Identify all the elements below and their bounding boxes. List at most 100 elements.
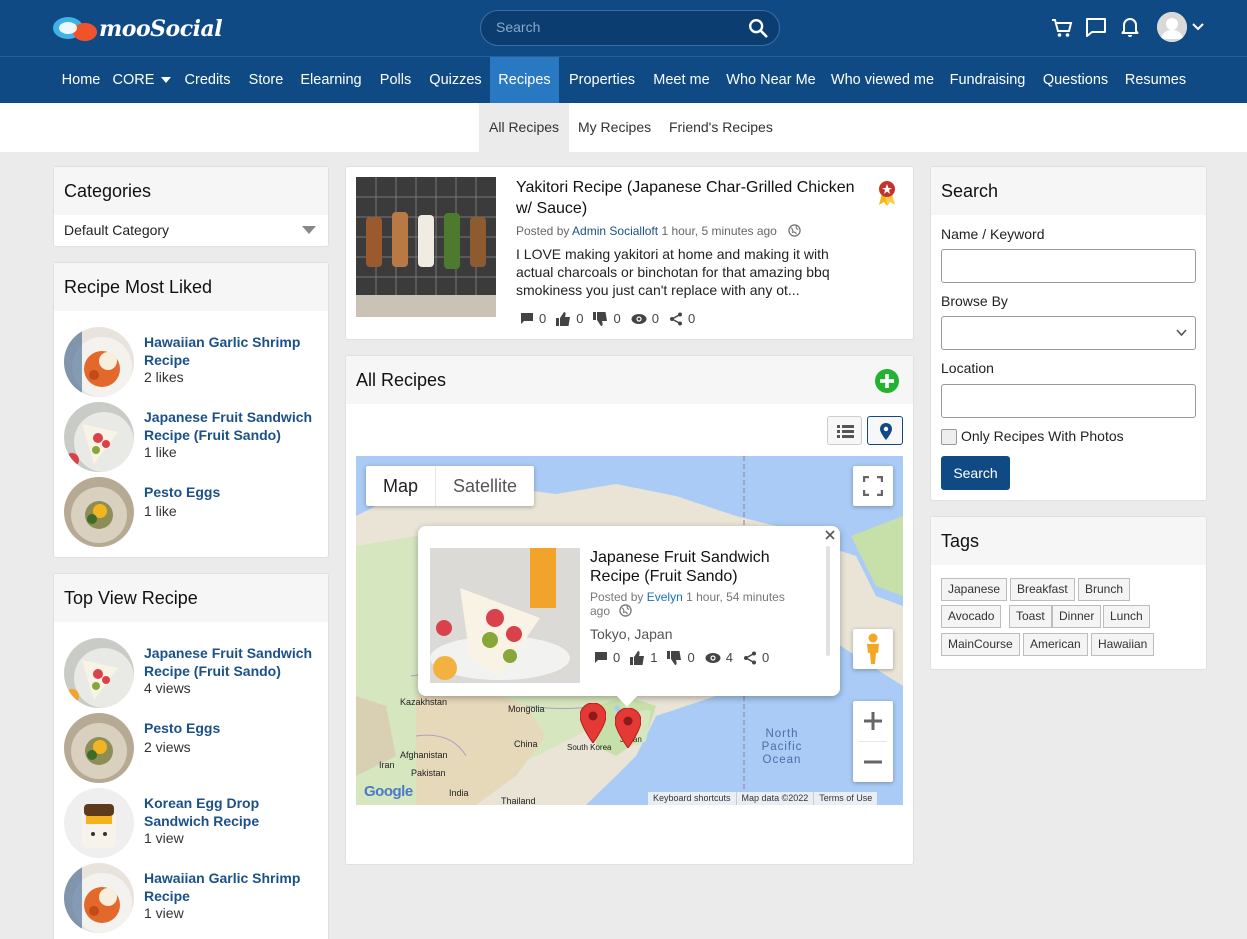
- tab-my-recipes[interactable]: My Recipes: [568, 103, 661, 152]
- location-input[interactable]: [941, 384, 1196, 418]
- info-recipe-title[interactable]: Japanese Fruit Sandwich Recipe (Fruit Sa…: [590, 548, 790, 586]
- recipe-link[interactable]: Japanese Fruit Sandwich Recipe (Fruit Sa…: [144, 644, 324, 680]
- zoom-in-icon[interactable]: [863, 711, 883, 731]
- nav-recipes[interactable]: Recipes: [490, 57, 559, 103]
- global-search-input[interactable]: [496, 19, 736, 35]
- comment-stat[interactable]: 0: [594, 650, 620, 665]
- tag-breakfast[interactable]: Breakfast: [1010, 578, 1075, 601]
- nav-questions[interactable]: Questions: [1034, 57, 1117, 103]
- recipe-thumbnail[interactable]: [64, 863, 134, 933]
- info-recipe-image[interactable]: [430, 548, 580, 683]
- recipe-thumbnail[interactable]: [64, 713, 134, 783]
- tab-friends-recipes[interactable]: Friend's Recipes: [659, 103, 783, 152]
- nav-meet-me[interactable]: Meet me: [645, 57, 718, 103]
- map-label-mongolia: Mongolia: [508, 704, 545, 714]
- tag-japanese[interactable]: Japanese: [941, 578, 1008, 601]
- featured-meta: Posted by Admin Socialloft 1 hour, 5 min…: [516, 224, 801, 238]
- top-header: mooSocial: [0, 0, 1247, 56]
- tag-dinner[interactable]: Dinner: [1052, 605, 1102, 628]
- list-view-button[interactable]: [827, 416, 862, 445]
- featured-recipe-title[interactable]: Yakitori Recipe (Japanese Char-Grilled C…: [516, 177, 866, 219]
- recipe-link[interactable]: Hawaiian Garlic Shrimp Recipe: [144, 333, 324, 369]
- nav-properties[interactable]: Properties: [560, 57, 644, 103]
- recipe-thumbnail[interactable]: [64, 638, 134, 708]
- map-info-window: Japanese Fruit Sandwich Recipe (Fruit Sa…: [418, 526, 840, 696]
- tag-maincourse[interactable]: MainCourse: [941, 633, 1020, 656]
- info-scrollbar[interactable]: [826, 546, 830, 656]
- only-photos-checkbox[interactable]: [941, 429, 957, 445]
- search-button[interactable]: Search: [941, 456, 1010, 490]
- dislike-count: 0: [613, 311, 621, 326]
- map-type-map[interactable]: Map: [366, 466, 435, 506]
- tab-all-recipes[interactable]: All Recipes: [479, 103, 570, 152]
- tag-hawaiian[interactable]: Hawaiian: [1091, 633, 1155, 656]
- nav-fundraising[interactable]: Fundraising: [942, 57, 1033, 103]
- fullscreen-button[interactable]: [853, 466, 893, 506]
- author-link[interactable]: Admin Socialloft: [572, 224, 658, 238]
- messages-icon[interactable]: [1085, 14, 1107, 42]
- comment-count: 0: [613, 650, 621, 665]
- cart-icon[interactable]: [1051, 14, 1073, 42]
- map-view-button[interactable]: [867, 416, 903, 445]
- recipe-link[interactable]: Japanese Fruit Sandwich Recipe (Fruit Sa…: [144, 408, 324, 444]
- nav-credits[interactable]: Credits: [176, 57, 239, 103]
- info-recipe-meta: Posted by Evelyn 1 hour, 54 minutes ago: [590, 590, 790, 618]
- comment-stat[interactable]: 0: [520, 311, 546, 326]
- tag-lunch[interactable]: Lunch: [1103, 605, 1150, 628]
- share-stat[interactable]: 0: [743, 650, 769, 665]
- like-stat[interactable]: 1: [630, 650, 657, 665]
- terms-of-use-link[interactable]: Terms of Use: [814, 792, 877, 805]
- nav-who-viewed-me[interactable]: Who viewed me: [824, 57, 941, 103]
- like-count: 0: [576, 311, 584, 326]
- recipe-thumbnail[interactable]: [64, 477, 134, 547]
- recipe-thumbnail[interactable]: [64, 788, 134, 858]
- map-type-satellite[interactable]: Satellite: [435, 466, 534, 506]
- dislike-count: 0: [687, 650, 695, 665]
- nav-home[interactable]: Home: [52, 57, 110, 103]
- tag-brunch[interactable]: Brunch: [1078, 578, 1131, 601]
- nav-resumes[interactable]: Resumes: [1118, 57, 1193, 103]
- category-select[interactable]: Default Category: [54, 215, 328, 245]
- site-logo[interactable]: mooSocial: [53, 14, 223, 44]
- featured-recipe-image[interactable]: [356, 177, 496, 317]
- street-view-button[interactable]: [853, 629, 893, 669]
- recipe-link[interactable]: Pesto Eggs: [144, 483, 324, 501]
- recipe-link[interactable]: Pesto Eggs: [144, 719, 324, 737]
- comment-count: 0: [539, 311, 547, 326]
- zoom-out-icon[interactable]: [863, 752, 883, 772]
- globe-icon: [619, 604, 633, 617]
- recipe-link[interactable]: Korean Egg Drop Sandwich Recipe: [144, 794, 324, 830]
- name-keyword-input[interactable]: [941, 249, 1196, 283]
- yakitori-grill-image: [356, 177, 496, 317]
- add-recipe-icon[interactable]: [875, 369, 899, 393]
- recipe-link[interactable]: Hawaiian Garlic Shrimp Recipe: [144, 869, 324, 905]
- map-marker-icon[interactable]: [580, 703, 606, 743]
- recipe-thumbnail[interactable]: [64, 402, 134, 472]
- like-stat[interactable]: 0: [556, 311, 583, 326]
- nav-store[interactable]: Store: [240, 57, 292, 103]
- user-avatar[interactable]: [1157, 12, 1187, 42]
- tag-avocado[interactable]: Avocado: [941, 605, 1002, 628]
- notification-bell-icon[interactable]: [1120, 14, 1140, 42]
- recipe-thumbnail[interactable]: [64, 327, 134, 397]
- dislike-stat[interactable]: 0: [667, 650, 695, 665]
- tag-toast[interactable]: Toast: [1009, 605, 1052, 628]
- recipe-map[interactable]: Map Satellite Kazakhstan Mongolia China …: [356, 456, 903, 805]
- nav-quizzes[interactable]: Quizzes: [422, 57, 489, 103]
- dislike-stat[interactable]: 0: [593, 311, 621, 326]
- search-icon[interactable]: [747, 17, 769, 39]
- tag-american[interactable]: American: [1023, 633, 1088, 656]
- nav-elearning[interactable]: Elearning: [293, 57, 369, 103]
- nav-who-near-me[interactable]: Who Near Me: [719, 57, 823, 103]
- share-stat[interactable]: 0: [669, 311, 695, 326]
- keyboard-shortcuts-link[interactable]: Keyboard shortcuts: [648, 792, 737, 805]
- nav-polls[interactable]: Polls: [370, 57, 421, 103]
- browse-by-select[interactable]: [941, 316, 1196, 350]
- google-logo: Google: [364, 783, 413, 800]
- map-marker-icon[interactable]: [615, 708, 641, 748]
- chevron-down-icon[interactable]: [1192, 22, 1204, 32]
- author-link[interactable]: Evelyn: [647, 590, 683, 604]
- browse-by-label: Browse By: [941, 293, 1008, 309]
- nav-core[interactable]: CORE: [110, 57, 174, 103]
- close-icon[interactable]: [825, 530, 835, 540]
